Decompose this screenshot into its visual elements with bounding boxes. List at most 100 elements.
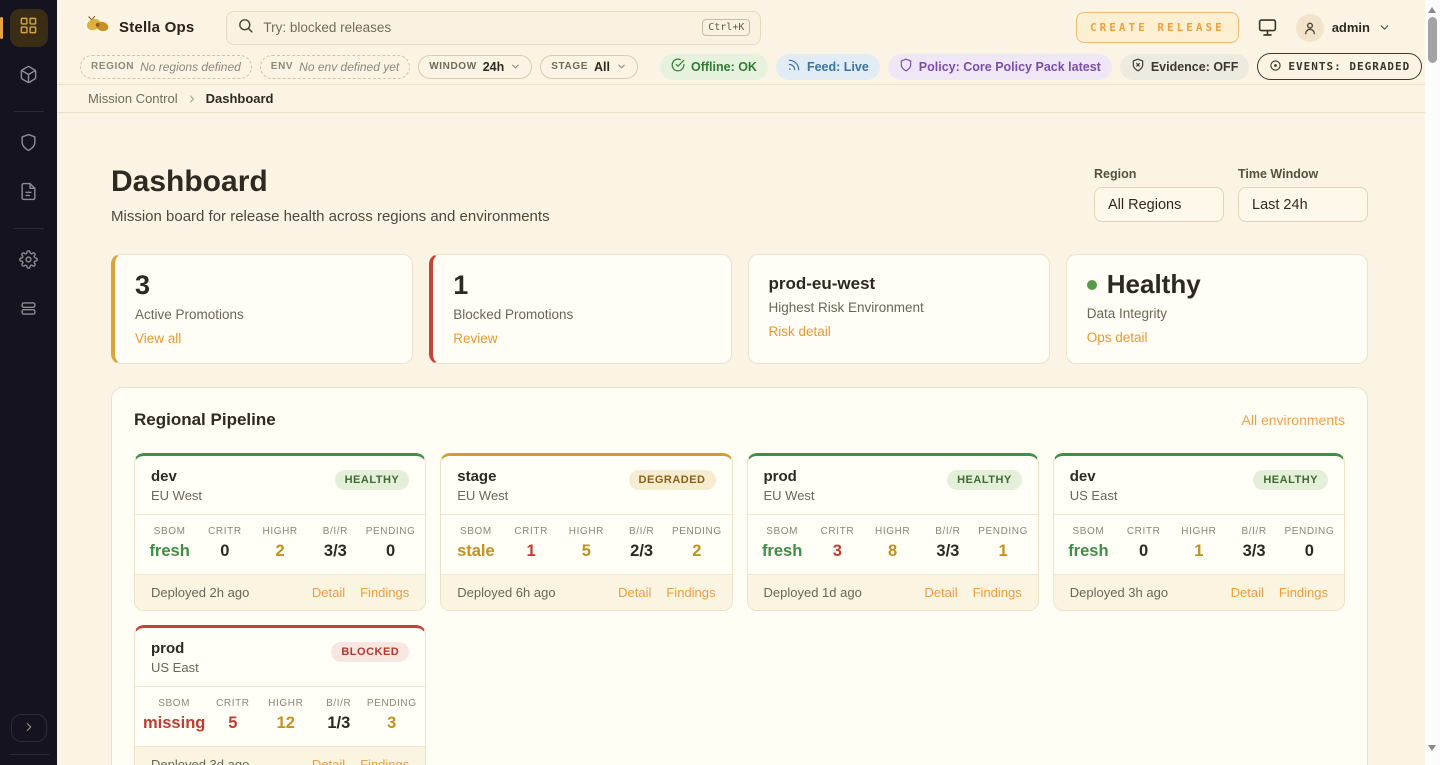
detail-link[interactable]: Detail	[1231, 585, 1264, 600]
region-name: EU West	[151, 488, 202, 503]
active-promotions-card: 3 Active Promotions View all	[111, 254, 413, 364]
evidence-status-text: Evidence: OFF	[1151, 60, 1239, 74]
env-chip-value: No env defined yet	[299, 60, 399, 74]
global-search[interactable]: Ctrl+K	[226, 11, 761, 45]
bir-value: 3/3	[1228, 542, 1281, 561]
shield-icon	[899, 58, 913, 75]
user-menu[interactable]: admin	[1296, 14, 1391, 42]
env-context-chip[interactable]: ENV No env defined yet	[260, 55, 410, 79]
detail-link[interactable]: Detail	[312, 585, 345, 600]
sidebar-item-releases[interactable]	[10, 58, 48, 96]
check-circle-icon	[671, 58, 685, 75]
window-chip-label: WINDOW	[429, 61, 476, 72]
view-all-link[interactable]: View all	[135, 331, 181, 346]
sidebar-item-documents[interactable]	[10, 175, 48, 213]
critr-value: 5	[207, 714, 258, 733]
vertical-scrollbar[interactable]	[1425, 0, 1440, 765]
stat-value: 3	[135, 270, 392, 301]
review-link[interactable]: Review	[453, 331, 497, 346]
pipeline-card-prod-us-east: prod US East BLOCKED SBOMmissing CRITR5 …	[134, 625, 426, 765]
stat-header: HIGHR	[254, 526, 307, 537]
stack-icon	[19, 299, 38, 323]
detail-link[interactable]: Detail	[618, 585, 651, 600]
stat-label: Blocked Promotions	[453, 307, 710, 322]
status-badge: HEALTHY	[1253, 470, 1328, 490]
offline-status-pill[interactable]: Offline: OK	[660, 54, 768, 80]
region-select[interactable]: All Regions	[1094, 187, 1224, 222]
stat-header: PENDING	[366, 698, 417, 709]
scrollbar-thumb[interactable]	[1428, 17, 1437, 63]
scroll-up-arrow-icon[interactable]	[1428, 7, 1436, 13]
stage-context-chip[interactable]: STAGE All	[540, 55, 638, 79]
critr-value: 0	[1117, 542, 1170, 561]
search-shortcut-badge: Ctrl+K	[702, 19, 750, 36]
stat-label: Active Promotions	[135, 307, 392, 322]
sidebar-item-settings[interactable]	[10, 243, 48, 281]
breadcrumb-dashboard: Dashboard	[206, 91, 274, 106]
stat-label: Highest Risk Environment	[769, 300, 1029, 315]
chevron-right-icon	[186, 93, 198, 105]
pending-value: 0	[364, 542, 417, 561]
stat-header: CRITR	[505, 526, 558, 537]
env-name: prod	[151, 640, 199, 657]
pending-value: 0	[1283, 542, 1336, 561]
monitor-icon[interactable]	[1257, 17, 1278, 38]
findings-link[interactable]: Findings	[360, 757, 409, 765]
app-logo[interactable]: Stella Ops	[85, 15, 194, 41]
detail-link[interactable]: Detail	[312, 757, 345, 765]
sidebar-item-dashboard[interactable]	[10, 9, 48, 47]
search-input[interactable]	[263, 20, 693, 35]
detail-link[interactable]: Detail	[924, 585, 957, 600]
pending-value: 1	[977, 542, 1030, 561]
evidence-status-pill[interactable]: Evidence: OFF	[1120, 54, 1250, 80]
package-icon	[19, 65, 38, 89]
stat-header: B/I/R	[313, 698, 364, 709]
deployed-time: Deployed 2h ago	[151, 585, 249, 600]
ops-detail-link[interactable]: Ops detail	[1087, 330, 1148, 345]
env-chip-label: ENV	[271, 61, 293, 72]
scroll-down-arrow-icon[interactable]	[1428, 745, 1436, 751]
healthy-dot	[1087, 280, 1097, 290]
feed-status-text: Feed: Live	[807, 60, 869, 74]
regional-pipeline-section: Regional Pipeline All environments dev E…	[111, 387, 1368, 765]
region-context-chip[interactable]: REGION No regions defined	[80, 55, 252, 79]
create-release-button[interactable]: CREATE RELEASE	[1076, 12, 1239, 43]
sidebar-item-infrastructure[interactable]	[10, 292, 48, 330]
stat-header: B/I/R	[921, 526, 974, 537]
findings-link[interactable]: Findings	[973, 585, 1022, 600]
risk-detail-link[interactable]: Risk detail	[769, 324, 831, 339]
status-badge: DEGRADED	[629, 470, 716, 490]
breadcrumb-mission-control[interactable]: Mission Control	[88, 91, 178, 106]
stat-value: prod-eu-west	[769, 274, 1029, 294]
blocked-promotions-card: 1 Blocked Promotions Review	[429, 254, 731, 364]
findings-link[interactable]: Findings	[1279, 585, 1328, 600]
chevron-down-icon	[1378, 21, 1391, 34]
app-title: Stella Ops	[119, 19, 194, 36]
region-select-value: All Regions	[1108, 197, 1181, 213]
all-environments-link[interactable]: All environments	[1242, 412, 1346, 428]
window-context-chip[interactable]: WINDOW 24h	[418, 55, 532, 79]
sidebar-item-security[interactable]	[10, 126, 48, 164]
sbom-value: stale	[449, 542, 502, 561]
findings-link[interactable]: Findings	[360, 585, 409, 600]
events-status-pill[interactable]: EVENTS: DEGRADED	[1257, 53, 1422, 80]
sidebar-expand-button[interactable]	[11, 714, 47, 742]
active-indicator	[0, 17, 3, 39]
stat-header: SBOM	[143, 698, 205, 709]
stat-header: B/I/R	[615, 526, 668, 537]
policy-status-pill[interactable]: Policy: Core Policy Pack latest	[888, 54, 1112, 80]
sidebar-divider	[14, 228, 44, 229]
stat-header: PENDING	[670, 526, 723, 537]
butterfly-logo-icon	[85, 15, 110, 41]
stat-header: CRITR	[207, 698, 258, 709]
stat-header: PENDING	[1283, 526, 1336, 537]
time-window-select-value: Last 24h	[1252, 197, 1308, 213]
findings-link[interactable]: Findings	[666, 585, 715, 600]
sbom-value: fresh	[143, 542, 196, 561]
stat-card-row: 3 Active Promotions View all 1 Blocked P…	[111, 254, 1368, 364]
feed-status-pill[interactable]: Feed: Live	[776, 54, 880, 80]
region-chip-label: REGION	[91, 61, 134, 72]
time-window-select[interactable]: Last 24h	[1238, 187, 1368, 222]
stat-header: SBOM	[449, 526, 502, 537]
region-chip-value: No regions defined	[140, 60, 241, 74]
